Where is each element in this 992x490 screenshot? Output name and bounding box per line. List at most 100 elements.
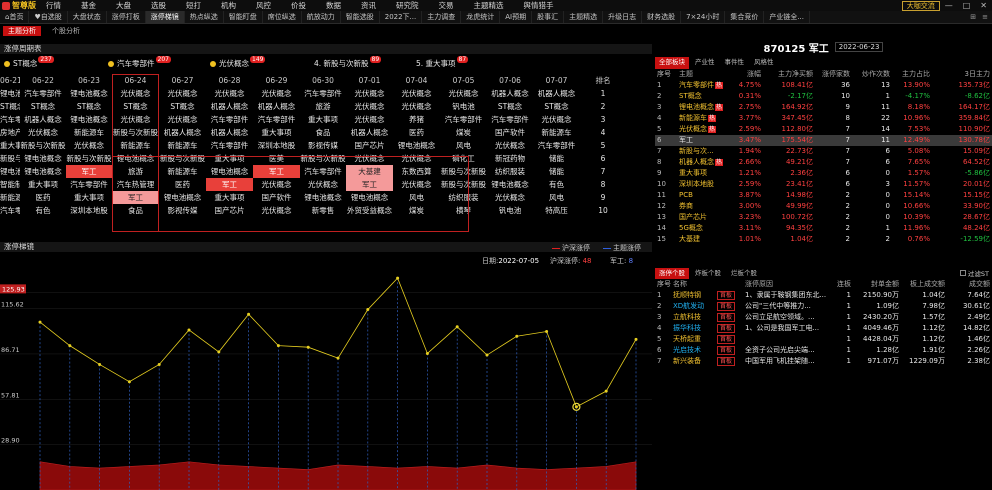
limitup-reason[interactable]: 公司立足航空领域。... xyxy=(743,312,831,323)
theme-cell[interactable]: 影视传媒 xyxy=(159,204,206,217)
theme-name[interactable]: 锂电池概念热 xyxy=(677,102,733,113)
theme-cell[interactable]: 旅游 xyxy=(112,165,159,178)
theme-cell[interactable]: 锂电池概念 xyxy=(487,178,533,191)
theme-name[interactable]: 重大事项 xyxy=(677,168,733,179)
theme-cell[interactable]: 机器人概念 xyxy=(206,100,253,113)
theme-cell[interactable]: 汽车零部件 xyxy=(206,139,253,152)
stock-tab[interactable]: 涨停个股 xyxy=(655,267,689,279)
theme-cell[interactable]: 新能源车 xyxy=(533,126,580,139)
theme-name[interactable]: 新股与次... xyxy=(677,146,733,157)
theme-name[interactable]: 5G概念 xyxy=(677,223,733,234)
theme-cell[interactable]: 锂电池概念 xyxy=(206,165,253,178)
theme-cell[interactable]: 新股与次新股 xyxy=(440,178,487,191)
tab-item[interactable]: 主题精选 xyxy=(564,11,604,23)
theme-cell[interactable]: 储能 xyxy=(533,152,580,165)
theme-cell[interactable]: 磷化工 xyxy=(440,152,487,165)
theme-cell[interactable]: 汽车零部件 xyxy=(0,113,20,126)
theme-cell[interactable]: 汽车零部件 xyxy=(487,113,533,126)
theme-cell[interactable]: 光伏概念 xyxy=(393,100,440,113)
theme-cell[interactable]: 医药 xyxy=(20,191,66,204)
theme-cell[interactable]: 重大事项 xyxy=(20,178,66,191)
menu-item[interactable]: 数据 xyxy=(316,0,351,11)
theme-cell[interactable]: 有色 xyxy=(533,178,580,191)
theme-cell[interactable]: ST概念 xyxy=(20,100,66,113)
theme-cell[interactable]: 新能源车 xyxy=(159,139,206,152)
theme-name[interactable]: 国产芯片 xyxy=(677,212,733,223)
theme-cell[interactable]: 新股与次新股 xyxy=(440,165,487,178)
theme-cell[interactable]: 光伏概念 xyxy=(346,113,393,126)
tab-item[interactable]: 热点纵选 xyxy=(185,11,224,23)
theme-cell[interactable]: 重大事项 xyxy=(66,191,112,204)
theme-cell[interactable]: 机器人概念 xyxy=(346,126,393,139)
theme-cell[interactable]: 光伏概念 xyxy=(20,126,66,139)
subtab[interactable]: 主题分析 xyxy=(3,26,41,36)
theme-cell[interactable]: 煤炭 xyxy=(393,204,440,217)
date-header[interactable]: 07-07 xyxy=(533,74,580,87)
theme-cell[interactable]: 汽车零部件 xyxy=(300,87,346,100)
limit-up-chart[interactable]: 125.93115.6286.7157.8128.90125.93 xyxy=(0,266,652,490)
theme-cell[interactable]: 煤炭 xyxy=(440,126,487,139)
tab-item[interactable]: 集合竞价 xyxy=(725,11,765,23)
stock-tab[interactable]: 烂板个股 xyxy=(727,268,761,279)
date-header[interactable]: 06-30 xyxy=(300,74,346,87)
theme-cell[interactable]: 光伏概念 xyxy=(159,113,206,126)
theme-col-header[interactable]: 主力占比 xyxy=(892,69,932,80)
tab-item[interactable]: 产业链全... xyxy=(764,11,811,23)
date-header[interactable]: 06-21 xyxy=(0,74,20,87)
menu-item[interactable]: 行情 xyxy=(36,0,71,11)
theme-cell[interactable]: 新零售 xyxy=(300,204,346,217)
theme-cell[interactable]: 光伏概念 xyxy=(440,87,487,100)
theme-cell[interactable]: 风电 xyxy=(393,191,440,204)
theme-row[interactable]: 5 光伏概念热 2.59% 112.80亿 7 14 7.53% 110.90亿 xyxy=(655,124,992,135)
theme-row[interactable]: 6 军工 3.47% 175.54亿 7 11 12.49% 130.78亿 xyxy=(655,135,992,146)
theme-cell[interactable]: 锂电池概念 xyxy=(66,87,112,100)
theme-cell[interactable]: 机器人概念 xyxy=(206,126,253,139)
theme-cell[interactable]: 锂电池概念 xyxy=(112,152,159,165)
menu-item[interactable]: 研究院 xyxy=(386,0,429,11)
theme-cell[interactable]: 机器人概念 xyxy=(487,87,533,100)
theme-cell[interactable]: 光伏概念 xyxy=(393,87,440,100)
theme-cell[interactable]: 重大事项 xyxy=(0,139,20,152)
date-header[interactable]: 06-29 xyxy=(253,74,300,87)
top-theme[interactable]: ST概念 237 xyxy=(4,56,54,69)
theme-cell[interactable]: 国产芯片 xyxy=(206,204,253,217)
theme-cell[interactable]: 军工 xyxy=(346,178,393,191)
date-header[interactable]: 07-01 xyxy=(346,74,393,87)
theme-cell[interactable]: 东数西算 xyxy=(393,165,440,178)
stock-col-header[interactable]: 序号 xyxy=(655,279,671,290)
minimize-icon[interactable]: — xyxy=(940,1,958,10)
theme-cell[interactable]: 大基建 xyxy=(346,165,393,178)
stock-tab[interactable]: 炸板个股 xyxy=(691,268,725,279)
limitup-reason[interactable] xyxy=(743,334,831,345)
theme-cell[interactable]: 机器人概念 xyxy=(20,113,66,126)
stock-col-header[interactable]: 成交额 xyxy=(947,279,992,290)
theme-name[interactable]: 光伏概念热 xyxy=(677,124,733,135)
theme-cell[interactable]: 储能 xyxy=(533,165,580,178)
date-header[interactable]: 07-05 xyxy=(440,74,487,87)
theme-cell[interactable]: ST概念 xyxy=(0,100,20,113)
theme-cell[interactable]: 光伏概念 xyxy=(206,87,253,100)
limitup-reason[interactable]: 1、公司是我国军工电... xyxy=(743,323,831,334)
tab-item[interactable]: ♥ 自选股 xyxy=(29,11,68,23)
theme-col-header[interactable]: 炒作次数 xyxy=(852,69,892,80)
top-theme[interactable]: 汽车零部件 207 xyxy=(108,56,171,69)
tab-item[interactable]: 主力调查 xyxy=(422,11,462,23)
date-picker[interactable]: 2022-06-23 xyxy=(834,42,884,52)
theme-cell[interactable]: 锂电池概念 xyxy=(393,139,440,152)
theme-cell[interactable]: 光伏概念 xyxy=(393,178,440,191)
date-header[interactable]: 06-28 xyxy=(206,74,253,87)
stock-row[interactable]: 7 新兴装备 首板 中国军用飞机挂架随... 1 971.07万 1229.09万 2.38亿 xyxy=(655,356,992,367)
theme-cell[interactable]: 房地产开发 xyxy=(0,126,20,139)
tab-item[interactable]: 大盘状态 xyxy=(68,11,107,23)
theme-cell[interactable]: ST概念 xyxy=(159,100,206,113)
theme-cell[interactable]: 新股与次新股 xyxy=(0,152,20,165)
theme-cell[interactable]: 新冠药物 xyxy=(487,152,533,165)
theme-cell[interactable]: 锂电池概念 xyxy=(300,191,346,204)
stock-row[interactable]: 3 立航科技 首板 公司立足航空领域。... 1 2430.20万 1.57亿 2.49亿 xyxy=(655,312,992,323)
theme-cell[interactable]: 军工 xyxy=(206,178,253,191)
theme-cell[interactable]: 光伏概念 xyxy=(533,113,580,126)
date-header[interactable]: 06-24 xyxy=(112,74,159,87)
tab-item[interactable]: 涨停梯镜 xyxy=(145,11,185,23)
theme-cell[interactable]: 汽车零部件 xyxy=(66,178,112,191)
stock-col-header[interactable]: 涨停原因 xyxy=(743,279,831,290)
